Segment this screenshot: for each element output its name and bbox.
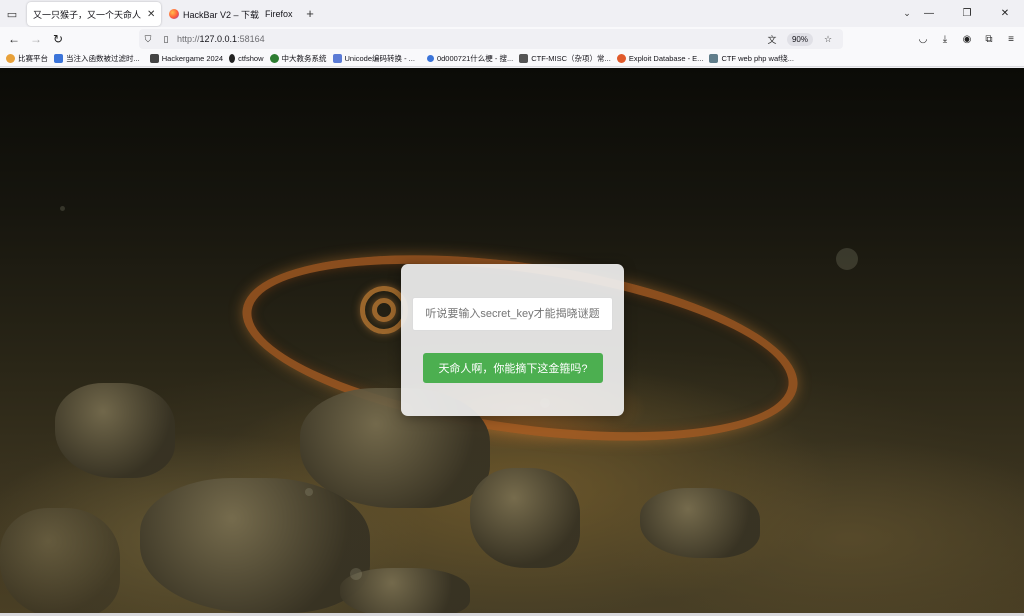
- restore-icon[interactable]: ❐: [948, 0, 986, 27]
- window-close-icon[interactable]: ✕: [986, 0, 1024, 27]
- url-bar[interactable]: ⛉ ▯ http://127.0.0.1:58164 文 90% ☆: [139, 29, 843, 49]
- tab-title-suffix: Firefox: [265, 9, 293, 19]
- floating-particle: [60, 206, 65, 211]
- forward-icon[interactable]: →: [27, 30, 45, 48]
- minimize-icon[interactable]: —: [910, 0, 948, 27]
- nav-bar: ← → ↻ ⛉ ▯ http://127.0.0.1:58164 文 90% ☆…: [0, 27, 1024, 51]
- reload-icon[interactable]: ↻: [49, 30, 67, 48]
- background-rock: [470, 468, 580, 568]
- close-tab-icon[interactable]: ✕: [293, 9, 297, 20]
- bookmark-item[interactable]: ctfshow: [229, 54, 264, 63]
- secret-key-input[interactable]: [412, 297, 613, 331]
- shield-icon[interactable]: ⛉: [139, 34, 157, 45]
- close-tab-icon[interactable]: ✕: [141, 9, 155, 20]
- background-rock: [0, 508, 120, 613]
- bookmark-item[interactable]: CTF web php waf绕...: [709, 53, 794, 64]
- bookmark-item[interactable]: CTF-MISC（杂项）常...: [519, 53, 611, 64]
- window-controls: — ❐ ✕: [910, 0, 1024, 27]
- submit-button[interactable]: 天命人啊，你能摘下这金箍吗?: [423, 353, 603, 383]
- bookmark-label: 中大教务系统: [281, 54, 327, 63]
- menu-icon[interactable]: ≡: [1002, 30, 1020, 48]
- bookmark-icon: [709, 54, 719, 63]
- url-text[interactable]: http://127.0.0.1:58164: [177, 34, 265, 44]
- bookmark-item[interactable]: 0d000721什么梗 - 搜...: [426, 53, 514, 64]
- bookmark-label: 比赛平台: [18, 54, 48, 63]
- bookmark-label: 0d000721什么梗 - 搜...: [436, 54, 514, 63]
- pocket-icon[interactable]: ◡: [914, 30, 932, 48]
- bookmark-icon: [519, 54, 529, 63]
- floating-particle: [836, 248, 858, 270]
- bookmarks-bar: 比赛平台 当注入函数被过滤时... Hackergame 2024 ctfsho…: [0, 51, 1024, 67]
- secret-key-card: 天命人啊，你能摘下这金箍吗?: [401, 264, 624, 416]
- url-scheme: http://: [177, 34, 200, 44]
- bookmark-label: Unicode编码转换 - ...: [344, 54, 415, 63]
- bookmark-icon: [616, 54, 626, 63]
- floating-particle: [350, 568, 362, 580]
- background-rock: [640, 488, 760, 558]
- translate-icon[interactable]: 文: [763, 33, 781, 46]
- bookmark-label: CTF-MISC（杂项）常...: [531, 54, 611, 63]
- firefox-favicon-icon: [169, 9, 179, 19]
- bookmark-item[interactable]: 当注入函数被过滤时...: [54, 53, 140, 64]
- floating-particle: [305, 488, 313, 496]
- downloads-icon[interactable]: ⤓: [936, 30, 954, 48]
- bookmark-item[interactable]: 中大教务系统: [269, 53, 327, 64]
- bookmark-icon: [6, 54, 15, 63]
- tab-hackbar[interactable]: HackBar V2 – 下载 Firefox ✕: [163, 2, 297, 26]
- bookmark-icon: [269, 54, 279, 63]
- background-rock: [55, 383, 175, 478]
- extensions-icon[interactable]: ⧉: [980, 30, 998, 48]
- bookmark-label: 当注入函数被过滤时...: [66, 54, 140, 63]
- bookmark-icon: [332, 54, 342, 63]
- bookmark-label: Exploit Database - E...: [628, 54, 704, 63]
- bookmark-icon: [229, 54, 236, 63]
- bookmark-icon: [149, 54, 159, 63]
- toolbar-right: ◡ ⤓ ◉ ⧉ ≡: [914, 30, 1020, 48]
- bookmark-item[interactable]: Exploit Database - E...: [616, 54, 704, 63]
- tab-title: 又一只猴子，又一个天命人: [33, 9, 142, 20]
- bookmark-icon: [54, 54, 63, 63]
- url-host: 127.0.0.1: [199, 34, 238, 44]
- bookmark-label: ctfshow: [238, 54, 264, 63]
- tab-active[interactable]: 又一只猴子，又一个天命人 ✕: [27, 2, 161, 26]
- url-port: :58164: [237, 34, 265, 44]
- bookmark-item[interactable]: Hackergame 2024: [149, 54, 224, 63]
- bookmark-label: Hackergame 2024: [161, 54, 224, 63]
- bookmark-item[interactable]: Unicode编码转换 - ...: [332, 53, 415, 64]
- zoom-level[interactable]: 90%: [786, 32, 813, 46]
- page-info-icon[interactable]: ▯: [157, 34, 175, 45]
- bookmark-item[interactable]: 比赛平台: [6, 53, 48, 64]
- account-icon[interactable]: ◉: [958, 30, 976, 48]
- back-icon[interactable]: ←: [5, 30, 23, 48]
- new-tab-button[interactable]: +: [301, 4, 319, 22]
- bookmark-star-icon[interactable]: ☆: [819, 34, 837, 45]
- tab-title: HackBar V2 – 下载: [183, 9, 260, 20]
- page-viewport: 天命人啊，你能摘下这金箍吗?: [0, 68, 1024, 613]
- headband-spiral-inner: [372, 298, 396, 322]
- firefox-view-icon[interactable]: ▭: [3, 5, 21, 23]
- bookmark-label: CTF web php waf绕...: [721, 54, 794, 63]
- search-icon: [426, 55, 434, 62]
- background-rock: [140, 478, 370, 613]
- tab-strip: ▭ 又一只猴子，又一个天命人 ✕ HackBar V2 – 下载 Firefox…: [0, 0, 1024, 27]
